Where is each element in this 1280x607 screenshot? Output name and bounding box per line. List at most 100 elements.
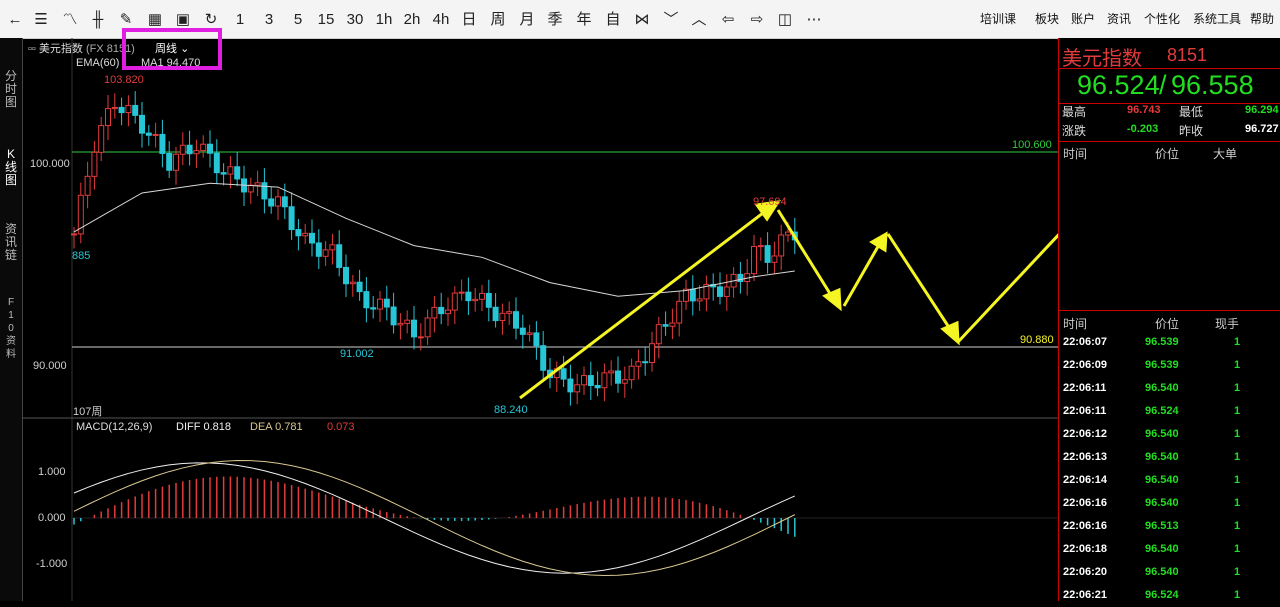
period-15m[interactable]: 15 [314, 9, 338, 31]
candle-body [356, 281, 363, 293]
candle-body [696, 298, 703, 302]
tick-time: 22:06:16 [1063, 497, 1108, 509]
tab-f10[interactable]: F10资料 [2, 296, 20, 361]
candle-body [288, 206, 295, 231]
bowtie-icon[interactable]: ⋈ [632, 9, 652, 31]
candle-body [492, 306, 499, 322]
low-caption: 最低 [1179, 105, 1204, 119]
period-quarter[interactable]: 季 [545, 9, 565, 31]
candle-body [519, 327, 526, 335]
quote-name: 美元指数 [1062, 48, 1142, 70]
left-low-label: 885 [72, 250, 91, 262]
period-3m[interactable]: 3 [261, 9, 277, 31]
back-icon[interactable]: ← [6, 9, 24, 31]
candle-body [431, 306, 438, 319]
period-week[interactable]: 周 [488, 9, 508, 31]
low1-label: 91.002 [340, 348, 374, 360]
menu-training[interactable]: 培训课 [980, 10, 1016, 28]
candle-body [383, 298, 390, 308]
macd-histogram [73, 476, 796, 537]
menu-account[interactable]: 账户 [1071, 10, 1095, 28]
line-icon[interactable]: 〽 [60, 9, 80, 31]
candle-body [247, 184, 254, 193]
candle-body [621, 379, 628, 384]
period-day[interactable]: 日 [459, 9, 479, 31]
arrow-left-icon[interactable]: ⇦ [718, 9, 738, 31]
tick-price: 96.540 [1145, 474, 1179, 486]
tab-kline[interactable]: K线图 [2, 148, 20, 187]
tick-price: 96.540 [1145, 382, 1179, 394]
price-separator: / [1159, 70, 1167, 100]
tick-price: 96.540 [1145, 497, 1179, 509]
tick-row: 22:06:12 96.540 1 [1059, 423, 1280, 446]
candle-body [377, 298, 383, 310]
menu-help[interactable]: 帮助 [1250, 10, 1274, 28]
arrow-right-icon[interactable]: ⇨ [747, 9, 767, 31]
candle-body [669, 322, 676, 327]
candle-body [560, 368, 567, 380]
macd-tick-0: 0.000 [38, 512, 66, 524]
candle-body [159, 133, 166, 154]
period-30m[interactable]: 30 [343, 9, 367, 31]
candle-body [723, 286, 730, 297]
tick-time: 22:06:12 [1063, 428, 1108, 440]
support-level: 90.880 [1020, 334, 1054, 346]
menu-news[interactable]: 资讯 [1107, 10, 1131, 28]
candle-body [411, 319, 417, 338]
period-year[interactable]: 年 [574, 9, 594, 31]
candle-body [268, 198, 275, 207]
period-1h[interactable]: 1h [372, 9, 396, 31]
period-5m[interactable]: 5 [290, 9, 306, 31]
tick-row: 22:06:09 96.539 1 [1059, 354, 1280, 377]
period-2h[interactable]: 2h [400, 9, 424, 31]
period-4h[interactable]: 4h [429, 9, 453, 31]
low-value: 96.294 [1245, 104, 1279, 116]
candle-body [717, 286, 723, 297]
candle-body [567, 378, 574, 393]
menu-sectors[interactable]: 板块 [1035, 10, 1059, 28]
chevron-down-icon[interactable]: ﹀ [661, 9, 681, 31]
tick-time: 22:06:18 [1063, 543, 1108, 555]
menu-system-tools[interactable]: 系统工具 [1193, 10, 1241, 28]
candle-body [105, 108, 111, 127]
more-icon[interactable]: ⋯ [804, 9, 824, 31]
arrowhead-icon [869, 231, 888, 253]
tab-timeshare[interactable]: 分时图 [2, 70, 20, 109]
candle-body [778, 234, 785, 257]
kline-chart[interactable] [22, 38, 1058, 601]
macd-diff: DIFF 0.818 [176, 421, 232, 433]
chevron-up-icon[interactable]: ︿ [689, 9, 709, 31]
tick-price: 96.539 [1145, 336, 1179, 348]
tick-price: 96.540 [1145, 566, 1179, 578]
candle-body [329, 244, 336, 251]
price-tick-90: 90.000 [33, 360, 67, 372]
wave-down-2 [886, 233, 954, 333]
divider [1059, 310, 1280, 311]
tick-row: 22:06:18 96.540 1 [1059, 538, 1280, 561]
split-view-icon[interactable]: ◫ [775, 9, 795, 31]
period-1m[interactable]: 1 [232, 9, 248, 31]
arrowhead-icon [940, 320, 960, 346]
candle-body [526, 332, 533, 335]
tick-row: 22:06:16 96.540 1 [1059, 492, 1280, 515]
tick-volume: 1 [1234, 359, 1241, 371]
candle-body [465, 291, 472, 302]
candle-body [125, 104, 132, 114]
list-icon[interactable]: ☰ [32, 9, 50, 31]
candle-body [281, 196, 288, 208]
candle-body [227, 166, 234, 175]
tab-news-chain[interactable]: 资讯链 [2, 223, 20, 262]
period-custom[interactable]: 自 [603, 9, 623, 31]
menu-personalize[interactable]: 个性化 [1144, 10, 1180, 28]
tick-volume: 1 [1234, 543, 1241, 555]
candle-body [179, 144, 186, 155]
tick-vol-header: 现手 [1215, 317, 1240, 331]
period-month[interactable]: 月 [517, 9, 537, 31]
candle-body [785, 231, 791, 236]
tick-price: 96.513 [1145, 520, 1179, 532]
candle-body [417, 336, 424, 339]
tick-time: 22:06:11 [1063, 382, 1107, 394]
tick-time: 22:06:11 [1063, 405, 1107, 417]
candle-icon[interactable]: ╫ [88, 9, 108, 31]
wave-up-1 [842, 242, 882, 307]
